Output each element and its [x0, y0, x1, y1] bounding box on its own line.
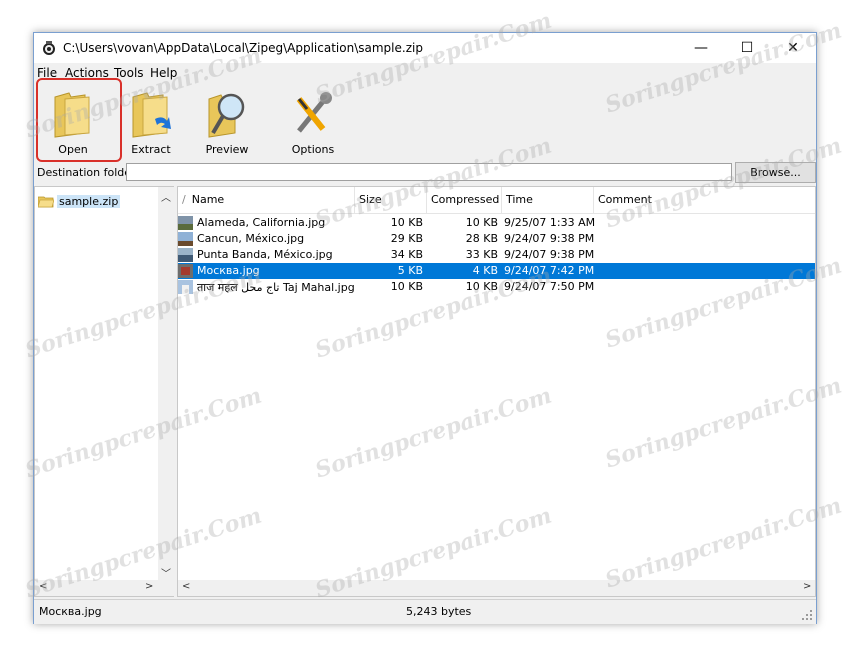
tree-vertical-scrollbar[interactable]: ︿ ﹀ — [158, 187, 174, 580]
resize-grip-icon[interactable] — [801, 609, 813, 621]
open-label: Open — [58, 143, 88, 156]
jpg-thumbnail-icon — [178, 232, 193, 246]
folder-icon — [54, 92, 90, 138]
status-bar: Москва.jpg 5,243 bytes — [34, 599, 816, 624]
app-window: C:\Users\vovan\AppData\Local\Zipeg\Appli… — [33, 32, 817, 624]
column-header-size[interactable]: Size — [355, 187, 427, 213]
file-size: 29 KB — [390, 232, 423, 245]
file-size: 5 KB — [397, 264, 423, 277]
folder-tree: sample.zip ︿ ﹀ < > — [34, 186, 175, 597]
status-selected-file: Москва.jpg — [39, 605, 102, 618]
file-compressed: 10 KB — [465, 216, 498, 229]
column-header-comment[interactable]: Comment — [594, 187, 815, 213]
file-list-header: / Name Size Compressed Time Comment — [178, 187, 815, 214]
extract-label: Extract — [131, 143, 171, 156]
maximize-button[interactable]: ☐ — [724, 33, 770, 63]
file-row[interactable]: Cancun, México.jpg 29 KB 28 KB 9/24/07 9… — [178, 231, 815, 247]
destination-bar: Destination folder: Browse... — [34, 162, 816, 184]
scroll-right-icon[interactable]: > — [803, 581, 811, 592]
file-row-selected[interactable]: Москва.jpg 5 KB 4 KB 9/24/07 7:42 PM — [178, 263, 815, 279]
options-button[interactable]: Options — [278, 85, 348, 159]
sort-indicator-icon: / — [182, 193, 186, 206]
tools-icon — [296, 92, 332, 133]
file-name: Москва.jpg — [197, 264, 260, 277]
file-name: Punta Banda, México.jpg — [197, 248, 333, 261]
open-button[interactable]: Open — [36, 78, 122, 162]
column-header-name[interactable]: / Name — [178, 187, 355, 213]
file-list-horizontal-scrollbar[interactable]: < > — [178, 580, 815, 596]
file-time: 9/25/07 1:33 AM — [504, 216, 596, 229]
folder-icon — [38, 196, 54, 207]
toolbar: Open Extract Preview Options — [34, 78, 816, 162]
jpg-thumbnail-icon — [178, 216, 193, 230]
tree-item-label: sample.zip — [57, 194, 121, 208]
file-compressed: 28 KB — [465, 232, 498, 245]
file-list: / Name Size Compressed Time Comment Alame… — [177, 186, 816, 597]
jpg-thumbnail-icon — [178, 280, 193, 294]
tree-horizontal-scrollbar[interactable]: < > — [35, 580, 175, 596]
minimize-icon: — — [694, 40, 708, 56]
file-compressed: 10 KB — [465, 280, 498, 293]
extract-button[interactable]: Extract — [116, 85, 186, 159]
destination-label: Destination folder: — [37, 166, 140, 179]
file-row[interactable]: Alameda, California.jpg 10 KB 10 KB 9/25… — [178, 215, 815, 231]
scroll-down-icon[interactable]: ﹀ — [161, 565, 171, 580]
file-name: Alameda, California.jpg — [197, 216, 326, 229]
close-button[interactable]: ✕ — [770, 33, 816, 63]
file-compressed: 33 KB — [465, 248, 498, 261]
menu-bar: File Actions Tools Help — [34, 64, 816, 82]
preview-button[interactable]: Preview — [192, 85, 262, 159]
magnifier-icon — [208, 93, 245, 138]
file-size: 10 KB — [390, 280, 423, 293]
file-size: 34 KB — [390, 248, 423, 261]
column-name-label: Name — [191, 193, 225, 206]
file-size: 10 KB — [390, 216, 423, 229]
preview-label: Preview — [205, 143, 249, 156]
file-time: 9/24/07 9:38 PM — [504, 248, 595, 261]
file-name: Cancun, México.jpg — [197, 232, 305, 245]
browse-button[interactable]: Browse... — [735, 162, 816, 183]
tree-item-sample-zip[interactable]: sample.zip — [38, 193, 121, 209]
options-label: Options — [291, 143, 335, 156]
folder-extract-icon — [132, 92, 171, 138]
window-title: C:\Users\vovan\AppData\Local\Zipeg\Appli… — [63, 41, 423, 55]
file-compressed: 4 KB — [472, 264, 498, 277]
minimize-button[interactable]: — — [678, 33, 724, 63]
scroll-right-icon[interactable]: > — [145, 581, 153, 592]
maximize-icon: ☐ — [740, 40, 754, 56]
file-time: 9/24/07 7:42 PM — [504, 264, 595, 277]
file-time: 9/24/07 7:50 PM — [504, 280, 595, 293]
destination-folder-input[interactable] — [126, 163, 732, 181]
file-row[interactable]: ताज महल تاج محل Taj Mahal.jpg 10 KB 10 K… — [178, 279, 815, 295]
jpg-thumbnail-icon — [178, 248, 193, 262]
column-header-time[interactable]: Time — [502, 187, 594, 213]
file-name: ताज महल تاج محل Taj Mahal.jpg — [197, 281, 355, 294]
file-row[interactable]: Punta Banda, México.jpg 34 KB 33 KB 9/24… — [178, 247, 815, 263]
title-bar: C:\Users\vovan\AppData\Local\Zipeg\Appli… — [34, 33, 816, 63]
scroll-left-icon[interactable]: < — [182, 581, 190, 592]
file-time: 9/24/07 9:38 PM — [504, 232, 595, 245]
zipeg-app-icon — [43, 41, 55, 55]
menu-help[interactable]: Help — [150, 66, 177, 80]
scroll-left-icon[interactable]: < — [39, 581, 47, 592]
column-header-compressed[interactable]: Compressed — [427, 187, 502, 213]
jpg-thumbnail-icon — [178, 264, 193, 278]
status-bytes: 5,243 bytes — [406, 605, 472, 618]
close-icon: ✕ — [787, 40, 799, 56]
scroll-up-icon[interactable]: ︿ — [161, 189, 171, 204]
